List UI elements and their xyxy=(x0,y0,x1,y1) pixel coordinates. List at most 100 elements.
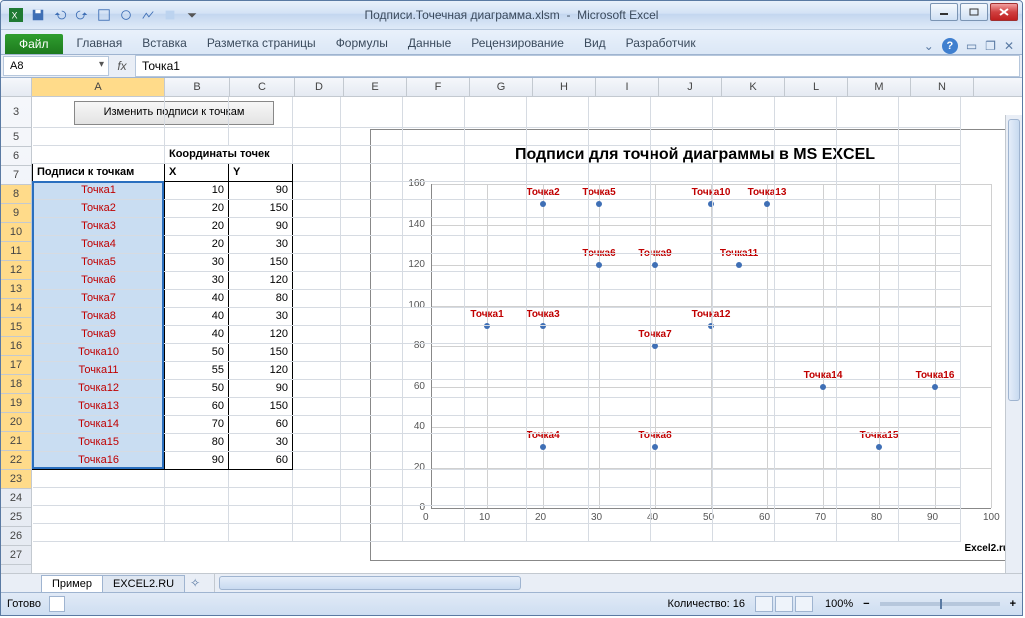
cell-A9[interactable]: Точка2 xyxy=(33,199,165,217)
cell-H13[interactable] xyxy=(527,271,589,289)
column-header-B[interactable]: B xyxy=(165,78,230,96)
cell-H12[interactable] xyxy=(527,253,589,271)
cell-K8[interactable] xyxy=(713,181,775,199)
row-header-14[interactable]: 14 xyxy=(1,299,31,318)
cell-I11[interactable] xyxy=(589,235,651,253)
cell-E23[interactable] xyxy=(341,451,403,469)
cell-C3[interactable] xyxy=(229,97,293,127)
cell-D21[interactable] xyxy=(293,415,341,433)
ribbon-tab-7[interactable]: Разработчик xyxy=(616,32,706,54)
cell-A17[interactable]: Точка10 xyxy=(33,343,165,361)
cell-I19[interactable] xyxy=(589,379,651,397)
cell-I13[interactable] xyxy=(589,271,651,289)
cell-A14[interactable]: Точка7 xyxy=(33,289,165,307)
cell-J12[interactable] xyxy=(651,253,713,271)
cell-G7[interactable] xyxy=(465,163,527,181)
cell-E13[interactable] xyxy=(341,271,403,289)
cell-F13[interactable] xyxy=(403,271,465,289)
cells-area[interactable]: Изменить подписи к точкам Подписи для то… xyxy=(32,97,1022,573)
cell-I12[interactable] xyxy=(589,253,651,271)
cell-I10[interactable] xyxy=(589,217,651,235)
cell-L12[interactable] xyxy=(775,253,837,271)
cell-I5[interactable] xyxy=(589,127,651,145)
minimize-button[interactable] xyxy=(930,3,958,21)
cell-K3[interactable] xyxy=(713,97,775,127)
column-header-M[interactable]: M xyxy=(848,78,911,96)
cell-I14[interactable] xyxy=(589,289,651,307)
cell-B20[interactable]: 60 xyxy=(165,397,229,415)
ribbon-tab-0[interactable]: Главная xyxy=(67,32,133,54)
cell-C26[interactable] xyxy=(229,505,293,523)
cell-K5[interactable] xyxy=(713,127,775,145)
maximize-button[interactable] xyxy=(960,3,988,21)
doc-close-icon[interactable]: ✕ xyxy=(1004,39,1014,53)
cell-A26[interactable] xyxy=(33,505,165,523)
cell-H6[interactable] xyxy=(527,145,589,163)
cell-F11[interactable] xyxy=(403,235,465,253)
row-header-11[interactable]: 11 xyxy=(1,242,31,261)
cell-J14[interactable] xyxy=(651,289,713,307)
cell-K21[interactable] xyxy=(713,415,775,433)
cell-J18[interactable] xyxy=(651,361,713,379)
cell-M6[interactable] xyxy=(837,145,899,163)
cell-E10[interactable] xyxy=(341,217,403,235)
row-header-16[interactable]: 16 xyxy=(1,337,31,356)
row-header-13[interactable]: 13 xyxy=(1,280,31,299)
cell-K7[interactable] xyxy=(713,163,775,181)
cell-B16[interactable]: 40 xyxy=(165,325,229,343)
cell-N3[interactable] xyxy=(899,97,961,127)
cell-H3[interactable] xyxy=(527,97,589,127)
cell-F18[interactable] xyxy=(403,361,465,379)
cell-H10[interactable] xyxy=(527,217,589,235)
cell-N21[interactable] xyxy=(899,415,961,433)
cell-I24[interactable] xyxy=(589,469,651,487)
cell-K20[interactable] xyxy=(713,397,775,415)
cell-B10[interactable]: 20 xyxy=(165,217,229,235)
cell-A21[interactable]: Точка14 xyxy=(33,415,165,433)
cell-F17[interactable] xyxy=(403,343,465,361)
cell-J7[interactable] xyxy=(651,163,713,181)
cell-B23[interactable]: 90 xyxy=(165,451,229,469)
cell-L26[interactable] xyxy=(775,505,837,523)
cell-D8[interactable] xyxy=(293,181,341,199)
cell-K19[interactable] xyxy=(713,379,775,397)
cell-H19[interactable] xyxy=(527,379,589,397)
cell-M15[interactable] xyxy=(837,307,899,325)
cell-M5[interactable] xyxy=(837,127,899,145)
cell-G9[interactable] xyxy=(465,199,527,217)
cell-J23[interactable] xyxy=(651,451,713,469)
cell-H8[interactable] xyxy=(527,181,589,199)
cell-A13[interactable]: Точка6 xyxy=(33,271,165,289)
cell-L27[interactable] xyxy=(775,523,837,541)
cell-H23[interactable] xyxy=(527,451,589,469)
cell-K24[interactable] xyxy=(713,469,775,487)
cell-N22[interactable] xyxy=(899,433,961,451)
cell-H17[interactable] xyxy=(527,343,589,361)
cell-M24[interactable] xyxy=(837,469,899,487)
cell-C24[interactable] xyxy=(229,469,293,487)
cell-F23[interactable] xyxy=(403,451,465,469)
cell-N27[interactable] xyxy=(899,523,961,541)
cell-E20[interactable] xyxy=(341,397,403,415)
cell-K22[interactable] xyxy=(713,433,775,451)
cell-J3[interactable] xyxy=(651,97,713,127)
ribbon-tab-2[interactable]: Разметка страницы xyxy=(197,32,326,54)
cell-G13[interactable] xyxy=(465,271,527,289)
cell-G16[interactable] xyxy=(465,325,527,343)
cell-I20[interactable] xyxy=(589,397,651,415)
column-header-I[interactable]: I xyxy=(596,78,659,96)
cell-L14[interactable] xyxy=(775,289,837,307)
cell-J22[interactable] xyxy=(651,433,713,451)
cell-M17[interactable] xyxy=(837,343,899,361)
close-button[interactable] xyxy=(990,3,1018,21)
cell-M8[interactable] xyxy=(837,181,899,199)
zoom-level[interactable]: 100% xyxy=(825,598,853,610)
cell-B12[interactable]: 30 xyxy=(165,253,229,271)
column-header-G[interactable]: G xyxy=(470,78,533,96)
cell-G18[interactable] xyxy=(465,361,527,379)
cell-J13[interactable] xyxy=(651,271,713,289)
cell-C27[interactable] xyxy=(229,523,293,541)
cell-N19[interactable] xyxy=(899,379,961,397)
cell-K17[interactable] xyxy=(713,343,775,361)
cell-M9[interactable] xyxy=(837,199,899,217)
